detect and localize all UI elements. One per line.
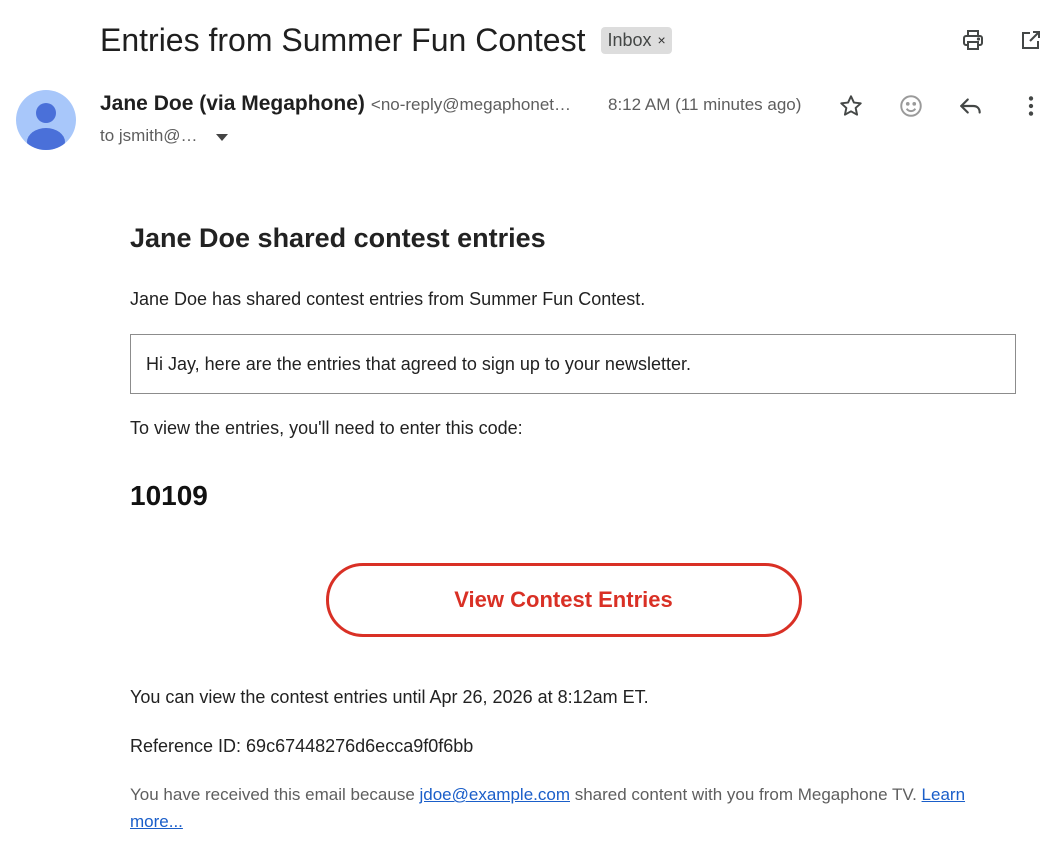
more-options-icon[interactable] xyxy=(1017,92,1045,120)
subject-row: Entries from Summer Fun Contest Inbox × xyxy=(100,20,672,60)
thread-toolbar xyxy=(959,26,1045,54)
reference-id-text: Reference ID: 69c67448276d6ecca9f0f6bb xyxy=(130,736,474,756)
personal-note-text: Hi Jay, here are the entries that agreed… xyxy=(146,353,691,374)
access-code: 10109 xyxy=(130,480,208,511)
email-view: Entries from Summer Fun Contest Inbox × xyxy=(0,0,1063,856)
print-icon[interactable] xyxy=(959,26,987,54)
personal-note-box: Hi Jay, here are the entries that agreed… xyxy=(130,334,1016,394)
star-icon[interactable] xyxy=(837,92,865,120)
open-in-new-window-icon[interactable] xyxy=(1017,26,1045,54)
email-heading: Jane Doe shared contest entries xyxy=(130,223,546,253)
availability-text: You can view the contest entries until A… xyxy=(130,687,649,707)
recipient-text: to jsmith@… xyxy=(100,126,198,145)
sender-avatar[interactable] xyxy=(16,90,76,150)
emoji-reaction-icon[interactable] xyxy=(897,92,925,120)
recipient-line: to jsmith@… xyxy=(100,126,820,146)
footer-text: You have received this email because jdo… xyxy=(130,781,1016,835)
show-details-chevron-down-icon[interactable] xyxy=(215,133,228,141)
code-prompt-text: To view the entries, you'll need to ente… xyxy=(130,418,523,438)
message-actions xyxy=(837,92,1045,120)
sent-timestamp: 8:12 AM (11 minutes ago) xyxy=(608,95,802,114)
view-contest-entries-button[interactable]: View Contest Entries xyxy=(325,563,802,637)
sender-name[interactable]: Jane Doe (via Megaphone) xyxy=(100,92,365,116)
remove-label-icon[interactable]: × xyxy=(658,33,666,47)
email-body: Jane Doe shared contest entries Jane Doe… xyxy=(130,220,1016,835)
label-chip-text: Inbox xyxy=(607,29,652,50)
cta-container: View Contest Entries xyxy=(130,563,1016,637)
sender-details: Jane Doe (via Megaphone) <no-reply@megap… xyxy=(100,92,820,146)
inbox-label-chip[interactable]: Inbox × xyxy=(601,26,672,54)
email-subject: Entries from Summer Fun Contest xyxy=(100,22,586,58)
footer-middle: shared content with you from Megaphone T… xyxy=(570,785,922,804)
sender-email[interactable]: <no-reply@megaphonet… xyxy=(371,95,571,115)
reply-icon[interactable] xyxy=(957,92,985,120)
sender-email-link[interactable]: jdoe@example.com xyxy=(420,785,571,804)
intro-text: Jane Doe has shared contest entries from… xyxy=(130,289,646,309)
footer-prefix: You have received this email because xyxy=(130,785,420,804)
